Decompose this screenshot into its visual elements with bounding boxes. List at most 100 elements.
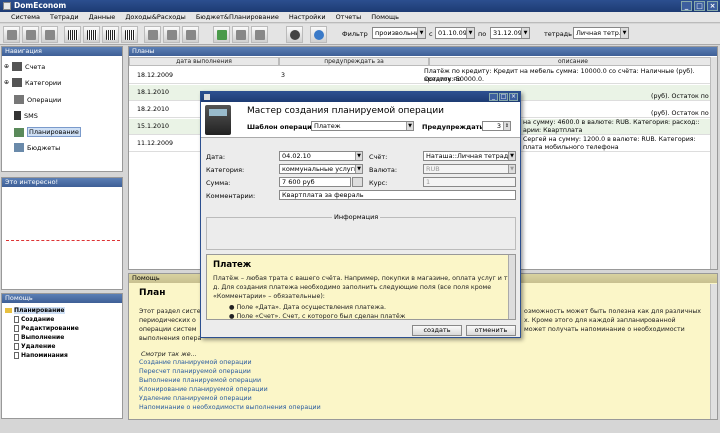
dialog-titlebar: _ □ ×	[201, 92, 520, 102]
create-button[interactable]: создать	[412, 325, 462, 336]
row-date: 15.1.2010	[137, 123, 170, 130]
chart-redline	[6, 240, 120, 241]
help-link-clone[interactable]: Клонирование планируемой операции	[139, 386, 268, 393]
dialog-help-text: д. Для создания платежа необходимо запол…	[213, 284, 492, 291]
dialog-minimize-icon[interactable]: _	[489, 93, 498, 101]
category-select[interactable]: коммунальные услуги:... ▼	[279, 164, 363, 174]
notebook-value: Личная тетр...	[576, 29, 626, 37]
menu-data[interactable]: Данные	[84, 12, 121, 22]
help-link-recalc[interactable]: Пересчет планируемой операции	[139, 368, 251, 375]
help-link-execute[interactable]: Выполнение планируемой операции	[139, 377, 261, 384]
maximize-icon[interactable]: □	[694, 1, 705, 11]
barcode-add-button[interactable]	[64, 26, 81, 43]
info-label: Информация	[332, 213, 381, 221]
menu-notebooks[interactable]: Тетради	[45, 12, 84, 22]
notebook-select[interactable]: Личная тетр... ▼	[573, 27, 629, 39]
date-from-field[interactable]: 01.10.09 ▼	[435, 27, 475, 39]
menu-system[interactable]: Система	[6, 12, 45, 22]
minimize-icon[interactable]: _	[681, 1, 692, 11]
help-text: может получать напоминание о необходимос…	[524, 326, 685, 333]
dialog-help-scrollbar[interactable]	[508, 255, 515, 319]
column-warn[interactable]: предупреждать за	[279, 57, 429, 66]
filter-mode-select[interactable]: произвольный ▼	[372, 27, 426, 39]
create-plan-dialog: _ □ × Мастер создания планируемой операции…	[200, 91, 521, 338]
help-text: Этот раздел систе	[139, 308, 201, 315]
help-icon[interactable]	[310, 26, 327, 43]
plans-scrollbar[interactable]	[710, 57, 717, 269]
export-button[interactable]	[182, 26, 199, 43]
template-select[interactable]: Платеж ▼	[311, 121, 414, 131]
row-desc-line2: (руб). Остаток по	[651, 110, 709, 117]
navigation-header: Навигация	[2, 47, 122, 56]
barcode-edit-button[interactable]	[83, 26, 100, 43]
menu-budget-planning[interactable]: Бюджет&Планирование	[191, 12, 284, 22]
table-add-button[interactable]	[213, 26, 230, 43]
operations-icon	[14, 95, 24, 104]
help-item-edit[interactable]: Редактирование	[14, 325, 79, 332]
nav-item-accounts[interactable]: ⊕ Счета	[4, 62, 45, 71]
column-date[interactable]: дата выполнения	[129, 57, 279, 66]
close-icon[interactable]: ×	[707, 1, 718, 11]
budgets-icon	[14, 143, 24, 152]
account-value: Наташа::Личная тетрадь	[426, 152, 513, 160]
help-link-create[interactable]: Создание планируемой операции	[139, 359, 252, 366]
row-date: 11.12.2009	[137, 140, 174, 147]
barcode-list-button[interactable]	[121, 26, 138, 43]
bullet-text: Поле «Дата». Дата осуществления платежа.	[236, 304, 386, 311]
notebook-save-button[interactable]	[22, 26, 39, 43]
dialog-maximize-icon[interactable]: □	[499, 93, 508, 101]
date-to-value: 31.12.09	[493, 29, 522, 37]
print-preview-button[interactable]	[163, 26, 180, 43]
menu-help[interactable]: Помощь	[366, 12, 404, 22]
menu-settings[interactable]: Настройки	[284, 12, 331, 22]
table-edit-button[interactable]	[232, 26, 249, 43]
calculator-button[interactable]	[352, 177, 363, 187]
page-icon	[14, 343, 19, 350]
nav-item-categories[interactable]: ⊕ Категории	[4, 78, 61, 87]
help-link-reminder[interactable]: Напоминание о необходимости выполнения о…	[139, 404, 321, 411]
sum-field[interactable]: 7 600 руб	[279, 177, 351, 187]
barcode-remove-button[interactable]	[102, 26, 119, 43]
help-scrollbar[interactable]	[710, 284, 717, 419]
account-select[interactable]: Наташа::Личная тетрадь ▼	[423, 151, 516, 161]
refresh-icon[interactable]	[286, 26, 303, 43]
nav-item-planning[interactable]: Планирование	[14, 127, 81, 137]
column-description[interactable]: описание	[429, 57, 717, 66]
menu-income-expense[interactable]: Доходы&Расходы	[120, 12, 191, 22]
help-item-delete[interactable]: Удаление	[14, 343, 55, 350]
app-icon	[3, 2, 11, 10]
help-text: выполнения опера	[139, 335, 202, 342]
help-item-reminders[interactable]: Напоминания	[14, 352, 68, 359]
comment-field[interactable]: Квартплата за февраль	[279, 190, 516, 200]
dialog-help-bullet: ● Поле «Счет». Счет, с которого был сдел…	[229, 313, 406, 320]
page-icon	[14, 325, 19, 332]
notebook-close-button[interactable]	[41, 26, 58, 43]
table-delete-button[interactable]	[251, 26, 268, 43]
warn-value: 3	[496, 122, 501, 130]
warn-spinner[interactable]: 3 ⇕	[482, 121, 511, 131]
from-label: с	[429, 30, 433, 38]
rate-field[interactable]: 1	[423, 177, 516, 187]
dialog-close-icon[interactable]: ×	[509, 93, 518, 101]
cancel-button[interactable]: отменить	[466, 325, 516, 336]
nav-item-sms[interactable]: SMS	[14, 111, 38, 120]
comment-value: Квартплата за февраль	[282, 191, 364, 199]
nav-item-operations[interactable]: Операции	[14, 95, 61, 104]
date-field[interactable]: 04.02.10 ▼	[279, 151, 363, 161]
help-item-planning[interactable]: Планирование	[5, 307, 65, 314]
help-item-execute[interactable]: Выполнение	[14, 334, 64, 341]
notebook-open-button[interactable]	[3, 26, 20, 43]
date-to-field[interactable]: 31.12.09 ▼	[490, 27, 530, 39]
nav-item-budgets[interactable]: Бюджеты	[14, 143, 60, 152]
dialog-header: Мастер создания планируемой операции Шаб…	[201, 102, 520, 138]
help-title: План	[139, 288, 166, 298]
currency-select[interactable]: RUB ▼	[423, 164, 516, 174]
help-link-delete[interactable]: Удаление планируемой операции	[139, 395, 252, 402]
menu-reports[interactable]: Отчеты	[331, 12, 367, 22]
table-row[interactable]: 18.12.2009 3 Платёж по кредиту: Кредит н…	[129, 68, 717, 84]
date-label: Дата:	[206, 153, 226, 161]
currency-value: RUB	[426, 165, 440, 173]
help-item-create[interactable]: Создание	[14, 316, 54, 323]
sum-value: 7 600 руб	[282, 178, 315, 186]
print-button[interactable]	[144, 26, 161, 43]
